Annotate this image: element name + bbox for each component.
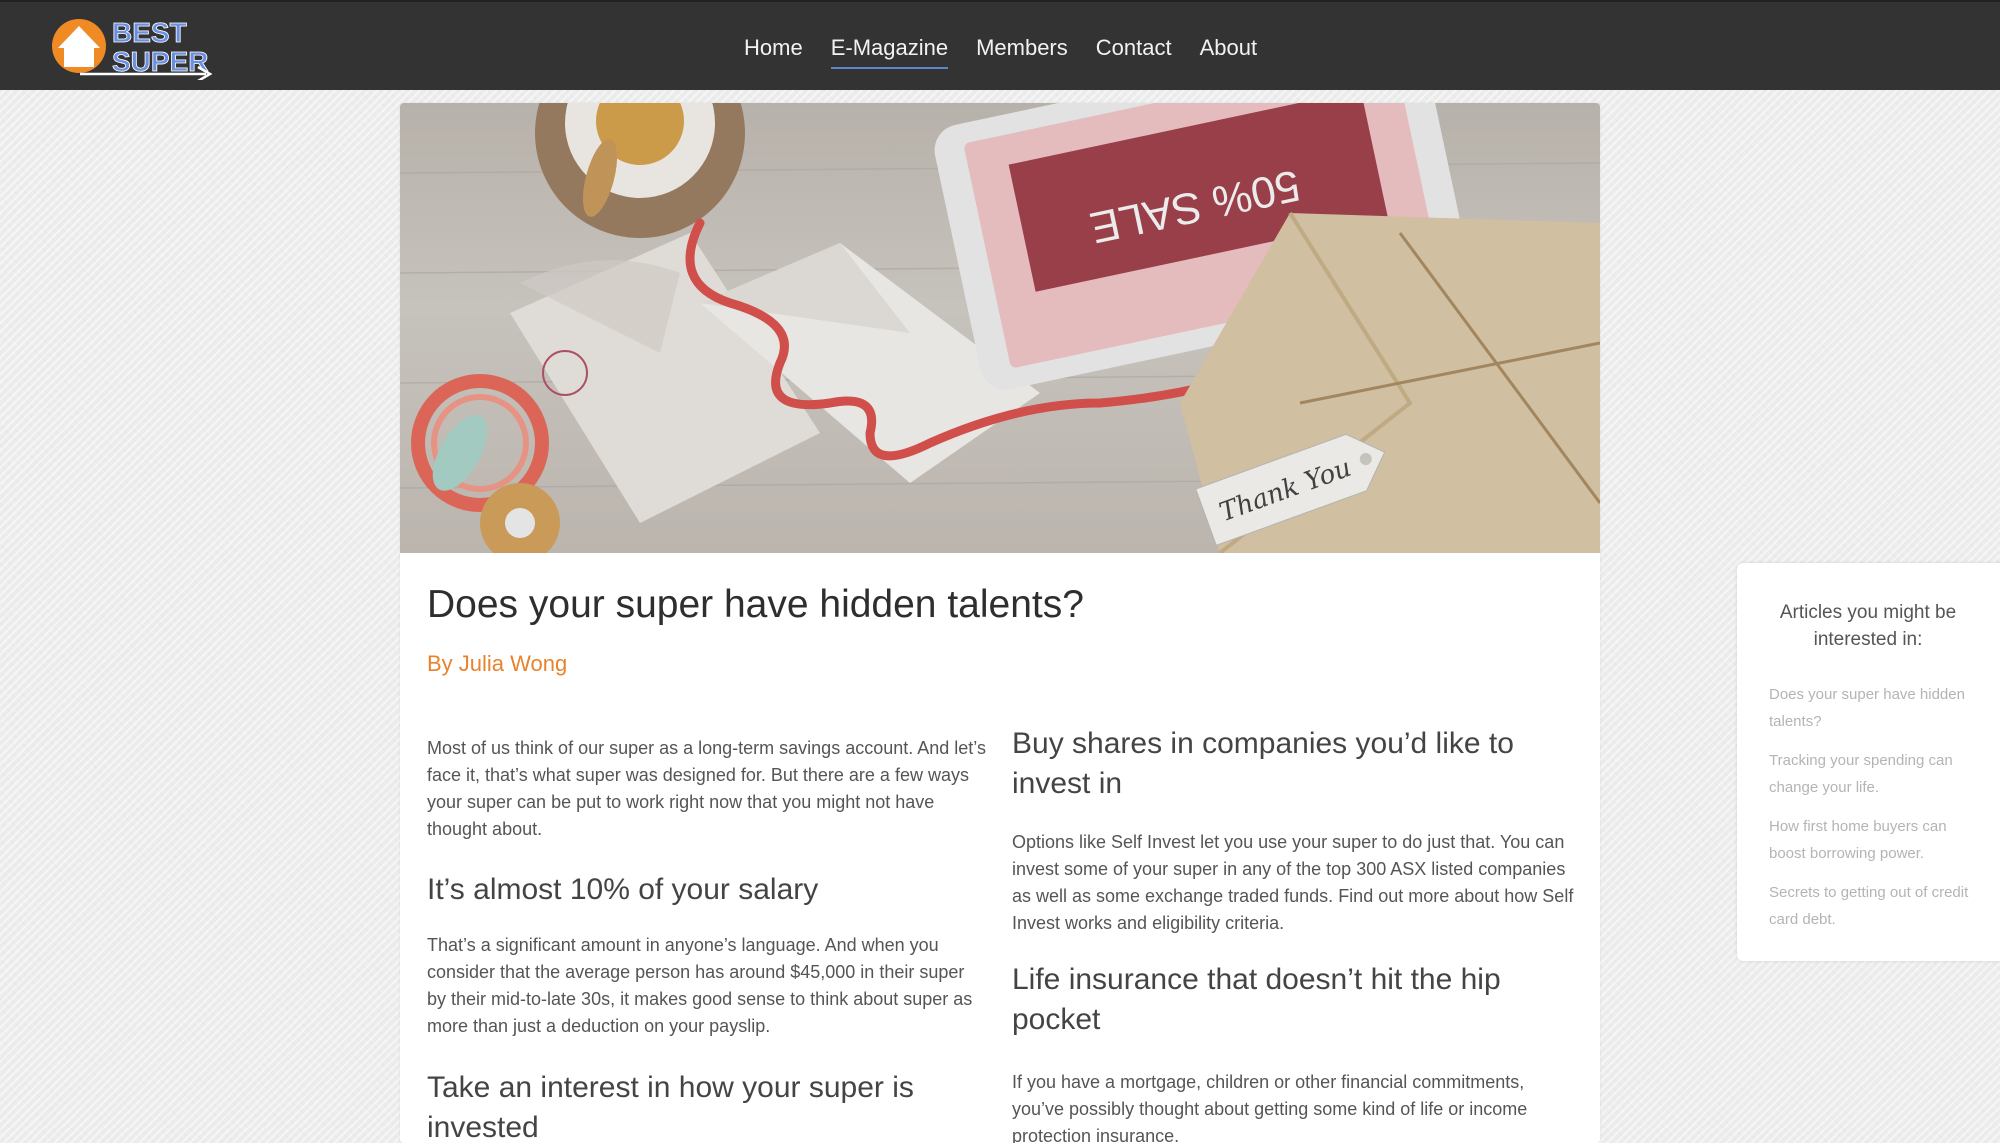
top-navigation-bar: BEST SUPER Home E-Magazine Members Conta… [0, 0, 2000, 90]
list-item: Does your super have hidden talents? [1769, 681, 1984, 735]
nav-item-contact[interactable]: Contact [1096, 35, 1172, 69]
related-article-link[interactable]: Secrets to getting out of credit card de… [1769, 879, 1984, 933]
logo-text-super: SUPER [112, 46, 208, 77]
section-heading-shares: Buy shares in companies you’d like to in… [1012, 727, 1514, 800]
article-card: 50% SALE Thank You Does your super have … [400, 103, 1600, 1143]
article-author[interactable]: By Julia Wong [427, 651, 567, 677]
nav-item-e-magazine[interactable]: E-Magazine [830, 35, 949, 69]
hero-illustration: 50% SALE Thank You [400, 103, 1600, 553]
intro-paragraph: Most of us think of our super as a long-… [427, 738, 986, 839]
best-super-logo[interactable]: BEST SUPER [46, 12, 216, 80]
nav-item-members[interactable]: Members [976, 35, 1068, 69]
related-articles-panel: Articles you might be interested in: Doe… [1737, 563, 2000, 961]
related-articles-list: Does your super have hidden talents? Tra… [1769, 681, 1984, 945]
nav-item-home[interactable]: Home [744, 35, 803, 69]
related-article-link[interactable]: Tracking your spending can change your l… [1769, 747, 1984, 801]
section-heading-invested: Take an interest in how your super is in… [427, 1071, 914, 1143]
list-item: Tracking your spending can change your l… [1769, 747, 1984, 801]
main-nav: Home E-Magazine Members Contact About [744, 35, 1285, 69]
section-heading-insurance: Life insurance that doesn’t hit the hip … [1012, 963, 1501, 1036]
list-item: Secrets to getting out of credit card de… [1769, 879, 1984, 933]
salary-paragraph: That’s a significant amount in anyone’s … [427, 935, 973, 1036]
list-item: How first home buyers can boost borrowin… [1769, 813, 1984, 867]
shares-paragraph: Options like Self Invest let you use you… [1012, 832, 1574, 933]
nav-item-about[interactable]: About [1200, 35, 1258, 69]
logo-text-best: BEST [112, 17, 187, 48]
related-article-link[interactable]: Does your super have hidden talents? [1769, 681, 1984, 735]
section-heading-salary: It’s almost 10% of your salary [427, 873, 819, 906]
insurance-paragraph: If you have a mortgage, children or othe… [1012, 1072, 1528, 1143]
article-title: Does your super have hidden talents? [427, 583, 1084, 626]
related-articles-title: Articles you might be interested in: [1779, 602, 1957, 650]
hero-image: 50% SALE Thank You [400, 103, 1600, 553]
related-article-link[interactable]: How first home buyers can boost borrowin… [1769, 813, 1984, 867]
